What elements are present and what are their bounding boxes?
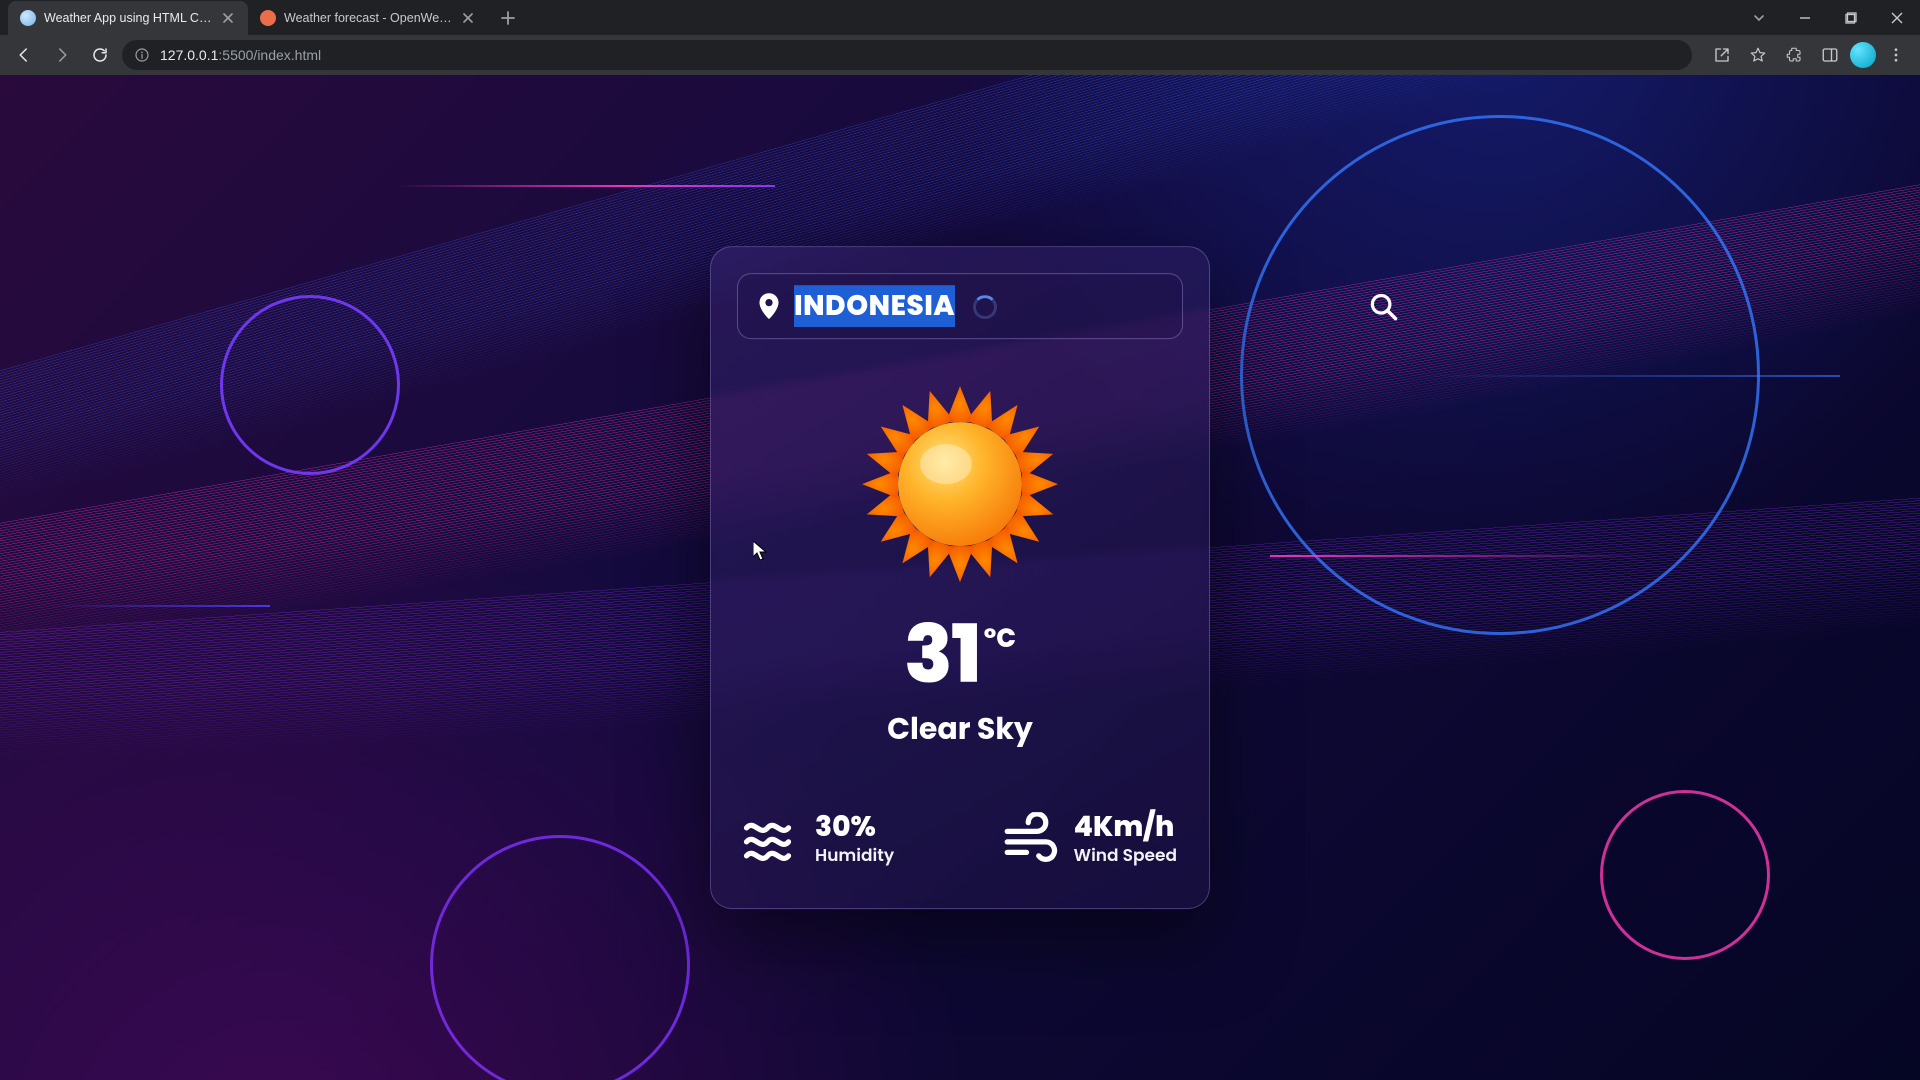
tab-label: Weather App using HTML CSS a bbox=[44, 11, 212, 25]
humidity-label: Humidity bbox=[815, 842, 894, 868]
wind-text: 4Km/h Wind Speed bbox=[1074, 812, 1177, 869]
temperature-value: 31 bbox=[904, 614, 980, 694]
stats-row: 30% Humidity 4Km/h Wind Speed bbox=[737, 812, 1183, 869]
address-bar[interactable]: 127.0.0.1:5500/index.html bbox=[122, 40, 1692, 70]
decorative-line bbox=[1420, 375, 1840, 377]
close-tab-icon[interactable] bbox=[460, 10, 476, 26]
weather-card: 31 °C Clear Sky 30% Humidity bbox=[710, 246, 1210, 910]
tab-openweather[interactable]: Weather forecast - OpenWeathe bbox=[248, 1, 488, 35]
page-viewport: 31 °C Clear Sky 30% Humidity bbox=[0, 75, 1920, 1080]
decorative-line bbox=[50, 605, 270, 607]
wind-stat: 4Km/h Wind Speed bbox=[1002, 812, 1177, 869]
share-icon[interactable] bbox=[1706, 39, 1738, 71]
location-pin-icon bbox=[758, 293, 780, 319]
tab-label: Weather forecast - OpenWeathe bbox=[284, 11, 452, 25]
weather-description: Clear Sky bbox=[737, 706, 1183, 752]
humidity-value: 30% bbox=[815, 812, 894, 843]
globe-icon bbox=[20, 10, 36, 26]
humidity-waves-icon bbox=[743, 812, 799, 868]
url-text: 127.0.0.1:5500/index.html bbox=[160, 47, 321, 63]
wind-icon bbox=[1002, 812, 1058, 868]
new-tab-button[interactable] bbox=[494, 4, 522, 32]
loading-spinner-icon bbox=[973, 295, 997, 319]
maximize-button[interactable] bbox=[1828, 0, 1874, 35]
tab-search-icon[interactable] bbox=[1736, 0, 1782, 35]
back-button[interactable] bbox=[8, 39, 40, 71]
search-icon bbox=[1368, 291, 1398, 321]
decorative-ring bbox=[1600, 790, 1770, 960]
search-bar bbox=[737, 273, 1183, 339]
kebab-menu-icon[interactable] bbox=[1880, 39, 1912, 71]
sun-icon bbox=[860, 384, 1060, 584]
tab-strip: Weather App using HTML CSS a Weather for… bbox=[8, 1, 488, 35]
reload-button[interactable] bbox=[84, 39, 116, 71]
tab-weather-app[interactable]: Weather App using HTML CSS a bbox=[8, 1, 248, 35]
sidepanel-icon[interactable] bbox=[1814, 39, 1846, 71]
decorative-line bbox=[395, 185, 775, 187]
humidity-text: 30% Humidity bbox=[815, 812, 894, 869]
decorative-ring bbox=[430, 835, 690, 1080]
toolbar-actions bbox=[1706, 39, 1912, 71]
close-tab-icon[interactable] bbox=[220, 10, 236, 26]
weather-icon-wrap bbox=[737, 384, 1183, 584]
city-input[interactable] bbox=[794, 285, 1354, 327]
minimize-button[interactable] bbox=[1782, 0, 1828, 35]
wind-value: 4Km/h bbox=[1074, 812, 1177, 843]
search-button[interactable] bbox=[1368, 289, 1398, 323]
url-path: :5500/index.html bbox=[218, 47, 321, 63]
close-window-button[interactable] bbox=[1874, 0, 1920, 35]
window-controls bbox=[1736, 0, 1920, 35]
titlebar: Weather App using HTML CSS a Weather for… bbox=[0, 0, 1920, 35]
profile-avatar[interactable] bbox=[1850, 42, 1876, 68]
site-info-icon[interactable] bbox=[134, 47, 150, 63]
decorative-line bbox=[1270, 555, 1650, 557]
forward-button[interactable] bbox=[46, 39, 78, 71]
bookmark-star-icon[interactable] bbox=[1742, 39, 1774, 71]
extensions-icon[interactable] bbox=[1778, 39, 1810, 71]
url-host: 127.0.0.1 bbox=[160, 47, 218, 63]
browser-window: Weather App using HTML CSS a Weather for… bbox=[0, 0, 1920, 1080]
temperature: 31 °C bbox=[737, 614, 1183, 694]
temperature-unit: °C bbox=[984, 620, 1016, 659]
humidity-stat: 30% Humidity bbox=[743, 812, 894, 869]
toolbar: 127.0.0.1:5500/index.html bbox=[0, 35, 1920, 75]
openweather-icon bbox=[260, 10, 276, 26]
decorative-ring bbox=[220, 295, 400, 475]
wind-label: Wind Speed bbox=[1074, 842, 1177, 868]
